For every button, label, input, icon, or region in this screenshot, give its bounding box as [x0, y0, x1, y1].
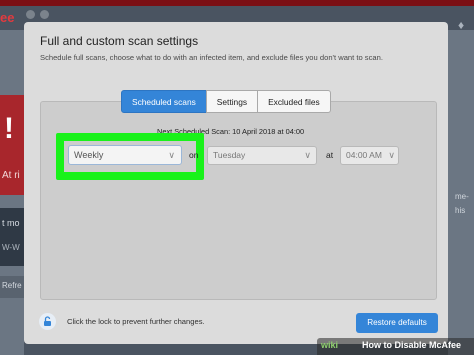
day-value: Tuesday — [213, 150, 246, 160]
tab-excluded-files[interactable]: Excluded files — [257, 90, 331, 113]
time-select[interactable]: 04:00 AM ∨ — [340, 146, 399, 165]
bell-icon[interactable]: ♦ — [458, 18, 464, 32]
tab-scheduled-scans[interactable]: Scheduled scans — [121, 90, 207, 113]
chevron-down-icon: ∨ — [388, 150, 395, 160]
lock-icon[interactable] — [39, 313, 56, 330]
right-panel-text-2: his — [455, 206, 466, 215]
at-label: at — [326, 150, 334, 160]
window-close-button[interactable] — [26, 10, 35, 19]
dialog-title: Full and custom scan settings — [40, 34, 199, 48]
mcafee-logo: ee — [0, 10, 15, 25]
tab-settings[interactable]: Settings — [205, 90, 259, 113]
day-select[interactable]: Tuesday ∨ — [207, 146, 317, 165]
chevron-down-icon: ∨ — [304, 150, 311, 160]
frequency-value: Weekly — [74, 150, 104, 160]
status-card-subtitle: W-W — [2, 243, 20, 252]
time-value: 04:00 AM — [346, 150, 382, 160]
wikihow-logo: wiki — [321, 340, 339, 350]
refresh-button-label: Refre — [2, 281, 22, 290]
right-panel-text: me- — [455, 192, 469, 201]
warning-icon: ! — [4, 112, 14, 145]
app-brand-bar — [0, 0, 474, 6]
lock-description: Click the lock to prevent further change… — [67, 317, 205, 326]
tab-bar: Scheduled scans Settings Excluded files — [121, 90, 331, 113]
dialog-subtitle: Schedule full scans, choose what to do w… — [40, 53, 383, 62]
on-label: on — [189, 150, 199, 160]
window-minimize-button[interactable] — [40, 10, 49, 19]
app-status-card — [0, 208, 24, 266]
watermark-text: How to Disable McAfee — [362, 340, 462, 350]
restore-defaults-button[interactable]: Restore defaults — [356, 313, 438, 333]
alert-text: At ri — [2, 170, 20, 181]
frequency-select[interactable]: Weekly ∨ — [68, 145, 182, 165]
chevron-down-icon: ∨ — [168, 150, 175, 160]
status-card-title: t mo — [2, 218, 20, 228]
